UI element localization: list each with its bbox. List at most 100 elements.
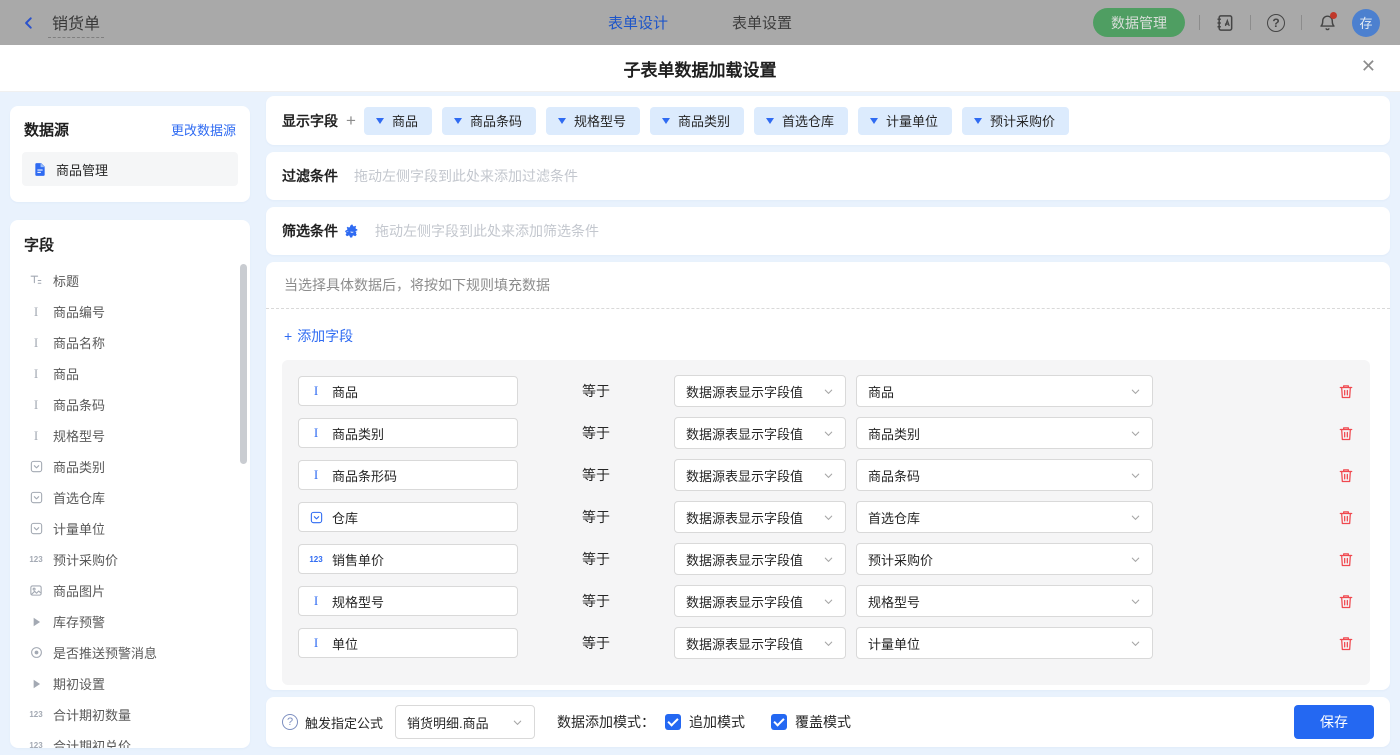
field-item[interactable]: I 商品 [22, 358, 238, 389]
screen-dropzone[interactable]: 拖动左侧字段到此处来添加筛选条件 [375, 221, 599, 241]
trash-icon[interactable] [1338, 551, 1354, 568]
chevron-down-icon [1130, 596, 1141, 607]
text-field-icon: I [308, 467, 324, 483]
chevron-down-icon [512, 717, 523, 728]
rule-target-select[interactable]: 商品条码 [856, 459, 1153, 491]
add-field-button[interactable]: + 添加字段 [284, 326, 353, 346]
field-item[interactable]: I 商品条码 [22, 389, 238, 420]
select-field-icon [28, 491, 44, 504]
display-field-tag[interactable]: 商品类别 [650, 107, 744, 135]
rule-field-box[interactable]: I 商品 [298, 376, 518, 406]
field-item[interactable]: 标题 [22, 265, 238, 296]
divider [1199, 15, 1200, 30]
field-item[interactable]: 计量单位 [22, 513, 238, 544]
tab-form-design[interactable]: 表单设计 [608, 12, 668, 33]
chevron-down-icon [823, 512, 834, 523]
text-field-icon: I [28, 335, 44, 351]
rule-source-select[interactable]: 数据源表显示字段值 [674, 627, 846, 659]
field-item[interactable]: I 商品名称 [22, 327, 238, 358]
data-manage-button[interactable]: 数据管理 [1093, 8, 1185, 37]
display-field-tag[interactable]: 首选仓库 [754, 107, 848, 135]
field-item[interactable]: 库存预警 [22, 606, 238, 637]
checkbox-checked-icon[interactable] [665, 714, 681, 730]
rule-field-box[interactable]: I 商品类别 [298, 418, 518, 448]
text-field-icon: I [308, 383, 324, 399]
display-field-tag[interactable]: 预计采购价 [962, 107, 1069, 135]
help-icon[interactable]: ? [1265, 12, 1287, 34]
field-item[interactable]: 123 合计期初总价 [22, 730, 238, 748]
rule-target-select[interactable]: 计量单位 [856, 627, 1153, 659]
rule-row: I 商品 等于 数据源表显示字段值 商品 [282, 370, 1370, 412]
display-field-tag[interactable]: 商品条码 [442, 107, 536, 135]
main-panel: 显示字段 + 商品 商品条码 规格型号 商品类别 首选仓库 计量单位 预计采购价… [258, 92, 1400, 755]
notification-bell-icon[interactable] [1316, 12, 1338, 34]
field-item[interactable]: 商品类别 [22, 451, 238, 482]
trash-icon[interactable] [1338, 509, 1354, 526]
field-item[interactable]: 商品图片 [22, 575, 238, 606]
rule-operator: 等于 [518, 549, 674, 569]
add-display-field-button[interactable]: + [346, 111, 356, 131]
avatar[interactable]: 存 [1352, 9, 1380, 37]
docs-guide-icon[interactable] [1214, 12, 1236, 34]
rule-source-select[interactable]: 数据源表显示字段值 [674, 585, 846, 617]
sidebar: 数据源 更改数据源 商品管理 字段 标题 I 商品编号 I 商品名称 [0, 92, 258, 755]
save-button[interactable]: 保存 [1294, 705, 1374, 739]
rule-field-box[interactable]: I 规格型号 [298, 586, 518, 616]
field-item[interactable]: 首选仓库 [22, 482, 238, 513]
trash-icon[interactable] [1338, 593, 1354, 610]
field-item[interactable]: 123 预计采购价 [22, 544, 238, 575]
rule-target-select[interactable]: 规格型号 [856, 585, 1153, 617]
tab-form-settings[interactable]: 表单设置 [732, 12, 792, 33]
rule-source-select[interactable]: 数据源表显示字段值 [674, 501, 846, 533]
gear-icon[interactable] [345, 224, 359, 238]
trash-icon[interactable] [1338, 383, 1354, 400]
rule-field-box[interactable]: I 单位 [298, 628, 518, 658]
display-field-tag[interactable]: 规格型号 [546, 107, 640, 135]
rule-operator: 等于 [518, 507, 674, 527]
rule-source-select[interactable]: 数据源表显示字段值 [674, 543, 846, 575]
change-datasource-link[interactable]: 更改数据源 [171, 120, 236, 139]
rules-hint: 当选择具体数据后，将按如下规则填充数据 [266, 262, 1390, 309]
rule-target-select[interactable]: 商品类别 [856, 417, 1153, 449]
rule-field-box[interactable]: I 商品条形码 [298, 460, 518, 490]
rule-source-select[interactable]: 数据源表显示字段值 [674, 459, 846, 491]
formula-help-icon[interactable]: ? [282, 714, 298, 730]
mode-checkbox-item[interactable]: 追加模式 [665, 712, 745, 732]
formula-select[interactable]: 销货明细.商品 [395, 705, 535, 739]
trash-icon[interactable] [1338, 467, 1354, 484]
display-field-tag[interactable]: 商品 [364, 107, 432, 135]
checkbox-checked-icon[interactable] [771, 714, 787, 730]
mode-checkbox-item[interactable]: 覆盖模式 [771, 712, 851, 732]
close-icon[interactable]: ✕ [1361, 57, 1376, 75]
field-item[interactable]: 是否推送预警消息 [22, 637, 238, 668]
chevron-down-icon [1130, 470, 1141, 481]
datasource-item[interactable]: 商品管理 [22, 152, 238, 186]
rule-source-select[interactable]: 数据源表显示字段值 [674, 375, 846, 407]
trash-icon[interactable] [1338, 635, 1354, 652]
display-field-tag[interactable]: 计量单位 [858, 107, 952, 135]
rule-target-select[interactable]: 首选仓库 [856, 501, 1153, 533]
rule-field-box[interactable]: 仓库 [298, 502, 518, 532]
fields-card: 字段 标题 I 商品编号 I 商品名称 I 商品 I 商品条码 I 规格型号 商… [10, 220, 250, 748]
rule-operator: 等于 [518, 381, 674, 401]
form-name[interactable]: 销货单 [48, 8, 104, 38]
chevron-down-icon [1130, 512, 1141, 523]
field-item[interactable]: I 商品编号 [22, 296, 238, 327]
trash-icon[interactable] [1338, 425, 1354, 442]
back-icon[interactable] [20, 14, 38, 32]
rule-target-select[interactable]: 预计采购价 [856, 543, 1153, 575]
number-field-icon: 123 [28, 710, 44, 719]
rule-row: 123 销售单价 等于 数据源表显示字段值 预计采购价 [282, 538, 1370, 580]
rule-source-select[interactable]: 数据源表显示字段值 [674, 417, 846, 449]
topbar: 销货单 表单设计 表单设置 数据管理 ? 存 [0, 0, 1400, 45]
rule-target-select[interactable]: 商品 [856, 375, 1153, 407]
field-item[interactable]: 期初设置 [22, 668, 238, 699]
field-item[interactable]: 123 合计期初数量 [22, 699, 238, 730]
field-item[interactable]: I 规格型号 [22, 420, 238, 451]
fields-scrollbar[interactable] [240, 264, 247, 464]
rule-row: I 单位 等于 数据源表显示字段值 计量单位 [282, 622, 1370, 664]
rule-field-box[interactable]: 123 销售单价 [298, 544, 518, 574]
rules-card: 当选择具体数据后，将按如下规则填充数据 + 添加字段 I 商品 等于 数据源表显… [266, 262, 1390, 690]
divider [1301, 15, 1302, 30]
filter-dropzone[interactable]: 拖动左侧字段到此处来添加过滤条件 [354, 166, 578, 186]
